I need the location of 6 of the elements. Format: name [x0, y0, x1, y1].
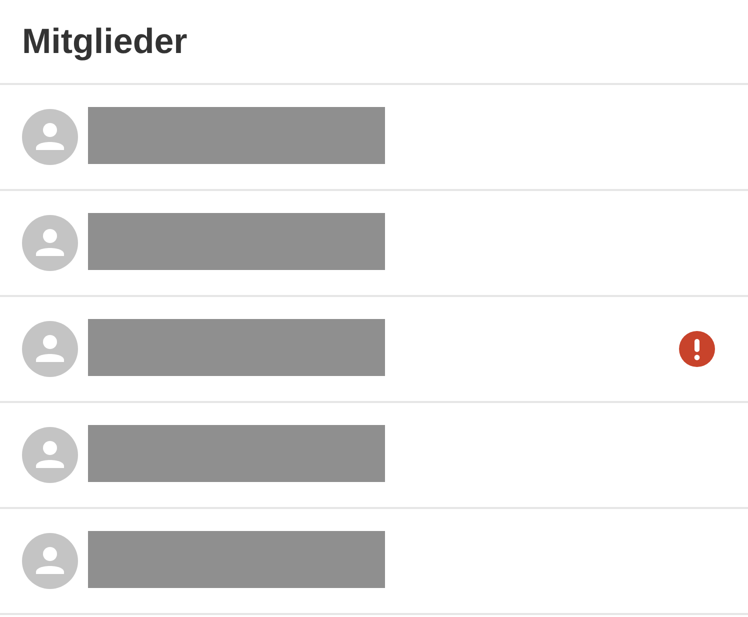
avatar-icon — [22, 109, 78, 165]
avatar-icon — [22, 427, 78, 483]
avatar-icon — [22, 321, 78, 377]
avatar-icon — [22, 533, 78, 589]
page-title: Mitglieder — [22, 22, 188, 62]
avatar-icon — [22, 215, 78, 271]
